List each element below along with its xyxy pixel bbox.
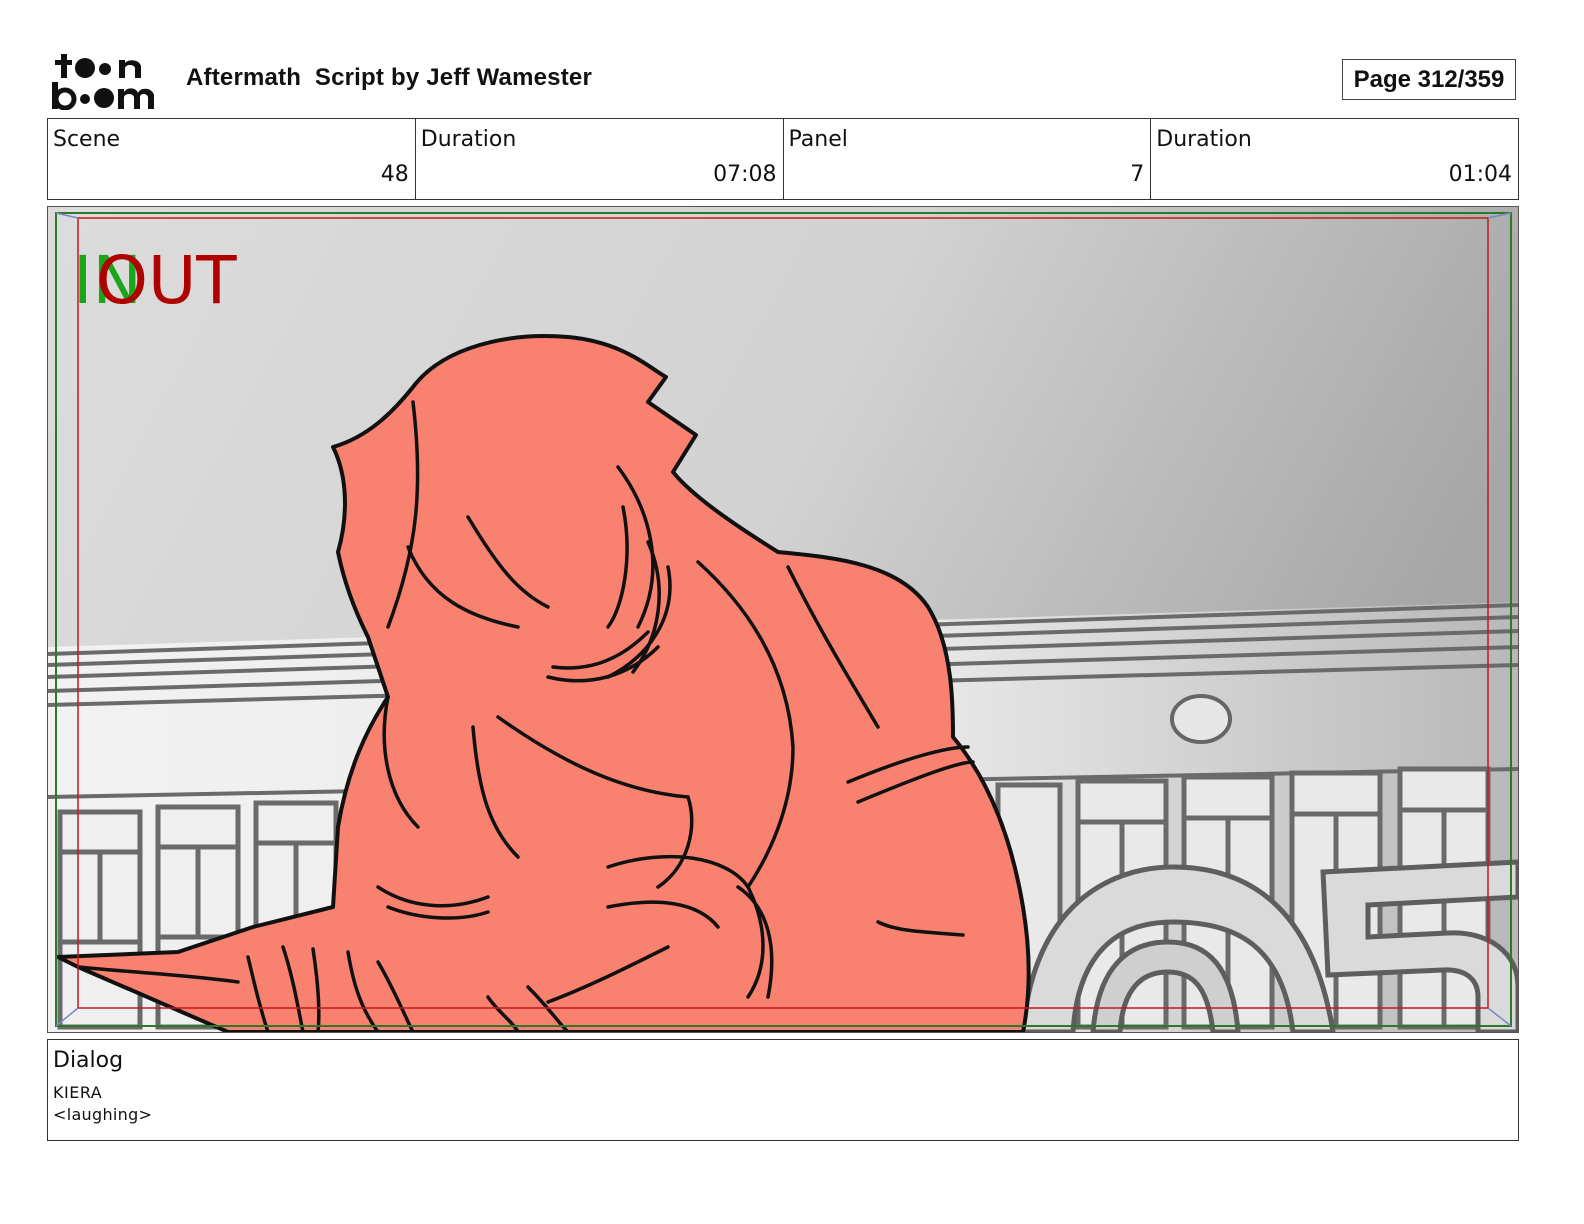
page-number: Page 312/359 — [1342, 59, 1516, 100]
dialog-label: Dialog — [53, 1048, 124, 1073]
scene-info-table: Scene 48 Duration 07:08 Panel 7 Duration… — [47, 118, 1519, 200]
dialog-line: <laughing> — [53, 1105, 153, 1124]
storyboard-panel: IN OUT — [47, 206, 1519, 1033]
scene-label: Scene — [53, 127, 121, 152]
round-vent — [1170, 694, 1232, 744]
document-title: Aftermath Script by Jeff Wamester — [186, 64, 593, 91]
panel-cell: Panel 7 — [784, 119, 1152, 199]
panel-duration-label: Duration — [1156, 127, 1252, 152]
panel-value: 7 — [1130, 162, 1145, 187]
scene-duration-label: Duration — [420, 127, 517, 152]
dialog-box: Dialog KIERA <laughing> — [47, 1039, 1519, 1141]
dialog-speaker: KIERA — [53, 1083, 103, 1102]
scene-duration-cell: Duration 07:08 — [416, 119, 784, 199]
out-marker: OUT — [96, 242, 237, 319]
panel-duration-value: 01:04 — [1448, 162, 1512, 187]
scene-value: 48 — [380, 162, 409, 187]
scene-duration-value: 07:08 — [713, 162, 777, 187]
scene-cell: Scene 48 — [48, 119, 416, 199]
panel-duration-cell: Duration 01:04 — [1151, 119, 1518, 199]
toon-boom-logo — [52, 52, 164, 111]
panel-drawing: IN OUT — [48, 207, 1518, 1032]
panel-label: Panel — [788, 127, 848, 152]
